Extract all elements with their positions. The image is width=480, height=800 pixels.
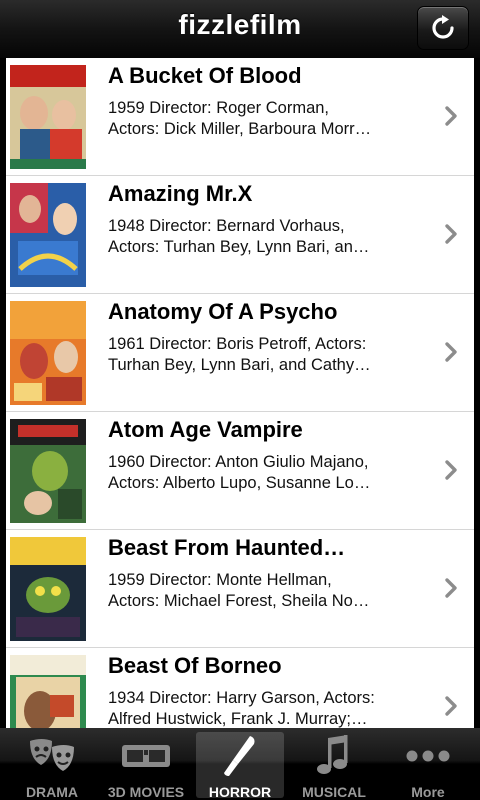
chevron-right-icon [445,460,457,480]
app-title: fizzlefilm [178,9,302,40]
movie-description: 1934 Director: Harry Garson, Actors: Alfr… [108,689,375,728]
movie-poster [10,655,86,728]
tab-label: HORROR [208,784,272,800]
refresh-button[interactable] [417,6,469,50]
movie-description: 1959 Director: Monte Hellman, Actors: Mic… [108,571,370,610]
movie-poster [10,65,86,169]
tab-bar: DRAMA 3D MOVIES HORROR MUSICAL More [0,728,480,800]
movie-list-frame: A Bucket Of Blood 1959 Director: Roger C… [0,58,480,728]
chevron-right-icon [445,578,457,598]
chevron-right-icon [445,696,457,716]
theater-masks-icon [30,739,74,771]
movie-row[interactable]: Beast From Haunted… 1959 Director: Monte… [6,530,474,648]
tab-horror[interactable]: HORROR [196,732,284,800]
tab-label: More [411,784,445,800]
movie-poster [10,419,86,523]
movie-title: Atom Age Vampire [108,417,303,442]
movie-description: 1961 Director: Boris Petroff, Actors: Tur… [108,335,371,374]
tab-label: MUSICAL [302,784,366,800]
movie-poster [10,537,86,641]
tab-musical[interactable]: MUSICAL [290,732,378,800]
nav-bar: fizzlefilm [0,0,480,59]
movie-title: Beast Of Borneo [108,653,282,678]
music-note-icon [317,735,348,774]
tab-more[interactable]: More [384,732,472,800]
chevron-right-icon [445,342,457,362]
tab-label: 3D MOVIES [107,784,185,800]
more-dots-icon [406,750,450,762]
movie-list[interactable]: A Bucket Of Blood 1959 Director: Roger C… [6,58,474,728]
knife-icon [224,736,255,776]
movie-poster [10,301,86,405]
movie-description: 1959 Director: Roger Corman, Actors: Dick… [108,99,372,138]
movie-row[interactable]: Atom Age Vampire 1960 Director: Anton Gi… [6,412,474,530]
movie-row[interactable]: A Bucket Of Blood 1959 Director: Roger C… [6,58,474,176]
movie-description: 1960 Director: Anton Giulio Majano, Actor… [108,453,371,492]
movie-row[interactable]: Amazing Mr.X 1948 Director: Bernard Vorh… [6,176,474,294]
chevron-right-icon [445,224,457,244]
movie-description: 1948 Director: Bernard Vorhaus, Actors: T… [108,217,370,256]
refresh-icon [432,15,454,39]
movie-title: Amazing Mr.X [108,181,253,206]
tab-drama[interactable]: DRAMA [8,732,96,800]
movie-row[interactable]: Beast Of Borneo 1934 Director: Harry Gar… [6,648,474,728]
tab-label: DRAMA [25,784,79,800]
3d-glasses-icon [122,745,170,767]
movie-poster [10,183,86,287]
chevron-right-icon [445,106,457,126]
movie-title: Beast From Haunted… [108,535,346,560]
tab-3d-movies[interactable]: 3D MOVIES [102,732,190,800]
movie-row[interactable]: Anatomy Of A Psycho 1961 Director: Boris… [6,294,474,412]
movie-title: Anatomy Of A Psycho [108,299,338,324]
movie-title: A Bucket Of Blood [108,63,302,88]
